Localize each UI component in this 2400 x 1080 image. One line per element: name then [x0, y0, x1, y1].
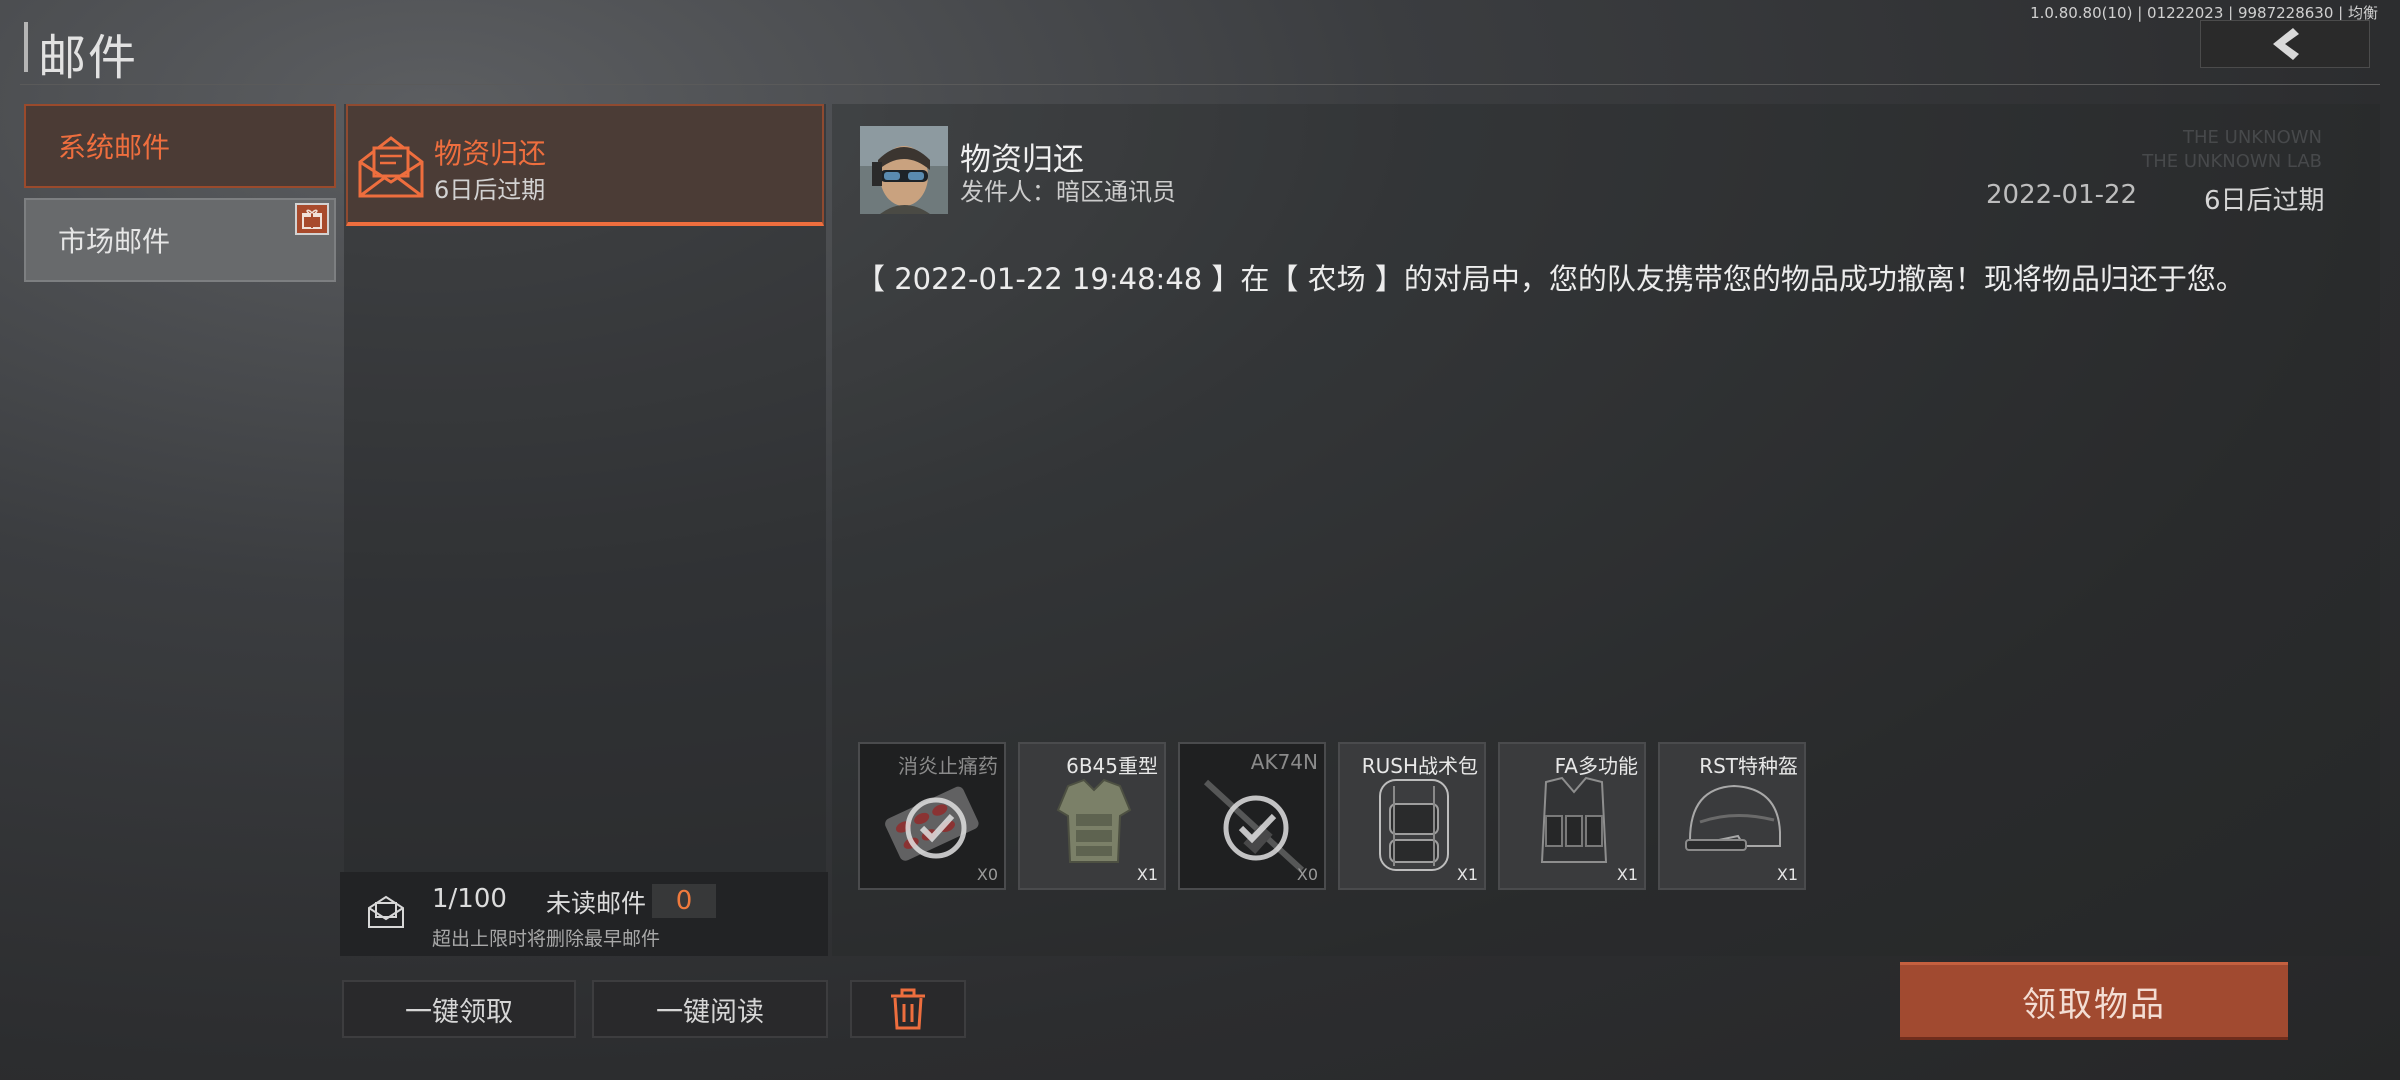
title-accent-bar [24, 22, 28, 72]
mail-list-panel [344, 104, 826, 952]
mail-detail-expiry: 6日后过期 [2204, 186, 2325, 216]
read-all-label: 一键阅读 [656, 996, 764, 1028]
mailbox-icon [366, 894, 406, 934]
attachment-item[interactable]: 6B45重型 X1 [1018, 742, 1166, 890]
attachment-item[interactable]: RUSH战术包 X1 [1338, 742, 1486, 890]
helmet-icon [1685, 784, 1781, 851]
attachment-name: FA多功能 [1554, 754, 1638, 778]
rifle-icon [1203, 779, 1305, 873]
attachment-quantity: X1 [1776, 865, 1798, 884]
gift-icon [295, 203, 329, 235]
mail-item-expiry: 6日后过期 [434, 176, 546, 204]
attachment-item[interactable]: RST特种盔 X1 [1658, 742, 1806, 890]
trash-icon [891, 988, 925, 1030]
attachment-quantity: X1 [1456, 865, 1478, 884]
tab-system-mail[interactable]: 系统邮件 [24, 104, 336, 188]
mail-count: 1/100 [432, 884, 507, 914]
unread-label: 未读邮件 [546, 889, 647, 918]
backpack-icon [1379, 779, 1449, 871]
tab-market-mail[interactable]: 市场邮件 [24, 198, 336, 282]
open-envelope-icon [356, 134, 426, 204]
mail-detail-date: 2022-01-22 [1986, 180, 2138, 210]
back-button[interactable] [2200, 20, 2370, 68]
chevron-left-icon [2273, 28, 2299, 60]
tactical-vest-icon [1540, 776, 1608, 863]
page-title: 邮件 [38, 30, 139, 86]
attachment-name: AK74N [1250, 750, 1318, 774]
watermark: THE UNKNOWN THE UNKNOWN LAB [2142, 127, 2322, 172]
body-armor-icon [1056, 778, 1132, 863]
attachment-item[interactable]: AK74N X0 [1178, 742, 1326, 890]
mailbox-limit-note: 超出上限时将删除最早邮件 [432, 928, 661, 950]
pills-icon [885, 786, 979, 861]
mail-detail-body: 【 2022-01-22 19:48:48 】在【 农场 】的对局中，您的队友携… [856, 262, 2245, 296]
attachment-name: RST特种盔 [1699, 754, 1798, 778]
attachment-item[interactable]: FA多功能 X1 [1498, 742, 1646, 890]
mail-item-subject: 物资归还 [434, 137, 547, 170]
collect-all-label: 一键领取 [405, 996, 513, 1028]
attachment-name: 消炎止痛药 [898, 754, 998, 778]
header-divider [20, 84, 2380, 85]
tab-system-mail-label: 系统邮件 [58, 131, 171, 164]
attachment-item[interactable]: 消炎止痛药 X0 [858, 742, 1006, 890]
attachment-name: 6B45重型 [1066, 754, 1158, 778]
delete-button[interactable] [850, 980, 966, 1038]
tab-market-mail-label: 市场邮件 [58, 225, 171, 258]
read-all-button[interactable]: 一键阅读 [592, 980, 828, 1038]
sender-avatar [860, 126, 948, 214]
collect-all-button[interactable]: 一键领取 [342, 980, 576, 1038]
mail-detail-sender: 发件人：暗区通讯员 [960, 178, 1176, 206]
attachment-name: RUSH战术包 [1361, 754, 1478, 778]
attachment-quantity: X0 [976, 865, 998, 884]
claim-items-label: 领取物品 [2022, 984, 2166, 1025]
claim-items-button[interactable]: 领取物品 [1900, 962, 2288, 1040]
attachment-list: 消炎止痛药 X0 6B45重型 X1 AK74N X0 RUSH战术包 X1 F… [858, 742, 1806, 890]
unread-count-badge: 0 [652, 884, 716, 918]
attachment-quantity: X0 [1296, 865, 1318, 884]
attachment-quantity: X1 [1616, 865, 1638, 884]
attachment-quantity: X1 [1136, 865, 1158, 884]
